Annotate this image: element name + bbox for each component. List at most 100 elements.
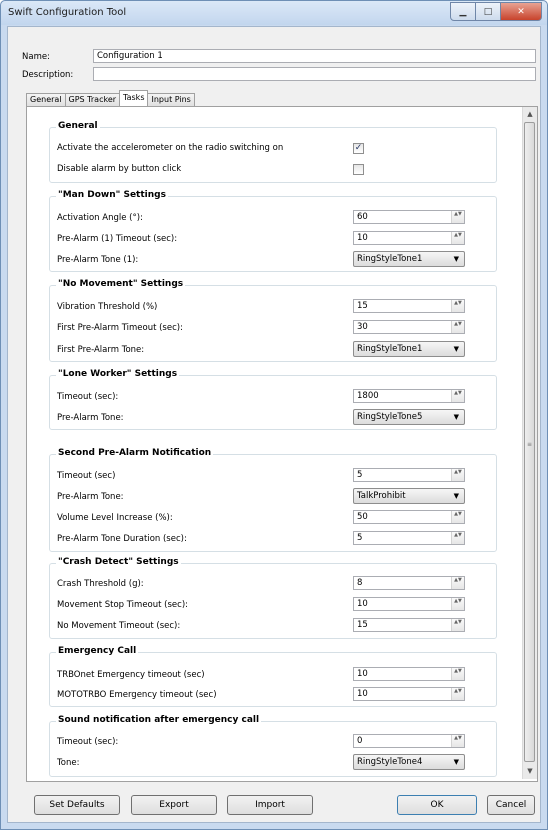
spin-arrows-icon[interactable]: ▲▼: [451, 688, 464, 700]
description-label: Description:: [22, 70, 74, 80]
chevron-down-icon: ▼: [453, 345, 459, 353]
vibration-threshold-input[interactable]: 15 ▲▼: [353, 299, 465, 313]
vertical-scrollbar[interactable]: ▲ ≡ ▼: [522, 107, 537, 779]
spin-arrows-icon[interactable]: ▲▼: [451, 232, 464, 244]
vibration-threshold-label: Vibration Threshold (%): [57, 302, 158, 312]
close-button[interactable]: ✕: [501, 2, 542, 21]
sound-timeout-input[interactable]: 0 ▲▼: [353, 734, 465, 748]
lone-worker-tone-select[interactable]: RingStyleTone5 ▼: [353, 409, 465, 425]
group-title: Emergency Call: [56, 646, 139, 656]
group-title: Second Pre-Alarm Notification: [56, 448, 214, 458]
group-title: "Man Down" Settings: [56, 190, 168, 200]
maximize-button[interactable]: □: [476, 2, 501, 21]
chevron-down-icon: ▼: [453, 492, 459, 500]
spin-arrows-icon[interactable]: ▲▼: [451, 300, 464, 312]
import-button[interactable]: Import: [227, 795, 313, 815]
tone-duration-input[interactable]: 5 ▲▼: [353, 531, 465, 545]
lone-worker-tone-label: Pre-Alarm Tone:: [57, 413, 124, 423]
group-title: General: [56, 121, 100, 131]
group-title: "No Movement" Settings: [56, 279, 186, 289]
activation-angle-label: Activation Angle (°):: [57, 213, 143, 223]
spin-arrows-icon[interactable]: ▲▼: [451, 511, 464, 523]
mototrbo-timeout-label: MOTOTRBO Emergency timeout (sec): [57, 690, 217, 700]
spin-arrows-icon[interactable]: ▲▼: [451, 735, 464, 747]
movement-stop-timeout-label: Movement Stop Timeout (sec):: [57, 600, 189, 610]
tone-duration-label: Pre-Alarm Tone Duration (sec):: [57, 534, 187, 544]
scroll-down-icon[interactable]: ▼: [523, 764, 537, 778]
first-pre-alarm-timeout-label: First Pre-Alarm Timeout (sec):: [57, 323, 183, 333]
first-pre-alarm-timeout-input[interactable]: 30 ▲▼: [353, 320, 465, 334]
volume-increase-label: Volume Level Increase (%):: [57, 513, 173, 523]
volume-increase-value: 50: [357, 512, 368, 522]
mototrbo-timeout-value: 10: [357, 689, 368, 699]
pre-alarm-timeout-input[interactable]: 10 ▲▼: [353, 231, 465, 245]
spin-arrows-icon[interactable]: ▲▼: [451, 598, 464, 610]
group-title: "Crash Detect" Settings: [56, 557, 181, 567]
sound-tone-select[interactable]: RingStyleTone4 ▼: [353, 754, 465, 770]
second-tone-select[interactable]: TalkProhibit ▼: [353, 488, 465, 504]
general-group: General: [49, 121, 497, 183]
spin-arrows-icon[interactable]: ▲▼: [451, 211, 464, 223]
minimize-button[interactable]: ▁: [450, 2, 476, 21]
grip-icon: ≡: [527, 441, 532, 448]
spin-arrows-icon[interactable]: ▲▼: [451, 619, 464, 631]
volume-increase-input[interactable]: 50 ▲▼: [353, 510, 465, 524]
description-field[interactable]: [93, 67, 536, 81]
accelerometer-checkbox[interactable]: ✓: [353, 143, 364, 154]
ok-button[interactable]: OK: [397, 795, 477, 815]
trbonet-timeout-input[interactable]: 10 ▲▼: [353, 667, 465, 681]
title-bar[interactable]: Swift Configuration Tool ▁ □ ✕: [1, 1, 547, 25]
tab-input-pins[interactable]: Input Pins: [147, 93, 195, 106]
spin-arrows-icon[interactable]: ▲▼: [451, 577, 464, 589]
activation-angle-input[interactable]: 60 ▲▼: [353, 210, 465, 224]
accelerometer-label: Activate the accelerometer on the radio …: [57, 143, 284, 153]
spin-arrows-icon[interactable]: ▲▼: [451, 668, 464, 680]
set-defaults-button[interactable]: Set Defaults: [34, 795, 120, 815]
crash-threshold-input[interactable]: 8 ▲▼: [353, 576, 465, 590]
scroll-up-icon[interactable]: ▲: [523, 107, 537, 121]
tab-general[interactable]: General: [26, 93, 66, 106]
name-label: Name:: [22, 52, 50, 62]
mototrbo-timeout-input[interactable]: 10 ▲▼: [353, 687, 465, 701]
spin-arrows-icon[interactable]: ▲▼: [451, 469, 464, 481]
window-title: Swift Configuration Tool: [8, 7, 127, 18]
export-button[interactable]: Export: [131, 795, 217, 815]
vibration-threshold-value: 15: [357, 301, 368, 311]
disable-alarm-label: Disable alarm by button click: [57, 164, 182, 174]
scroll-thumb[interactable]: ≡: [524, 122, 535, 762]
spin-arrows-icon[interactable]: ▲▼: [451, 390, 464, 402]
trbonet-timeout-label: TRBOnet Emergency timeout (sec): [57, 670, 205, 680]
lone-worker-tone-value: RingStyleTone5: [357, 412, 423, 422]
first-pre-alarm-tone-select[interactable]: RingStyleTone1 ▼: [353, 341, 465, 357]
no-movement-timeout-input[interactable]: 15 ▲▼: [353, 618, 465, 632]
first-pre-alarm-tone-label: First Pre-Alarm Tone:: [57, 345, 145, 355]
activation-angle-value: 60: [357, 212, 368, 222]
name-field[interactable]: Configuration 1: [93, 49, 536, 63]
pre-alarm-timeout-label: Pre-Alarm (1) Timeout (sec):: [57, 234, 178, 244]
pre-alarm-tone-value: RingStyleTone1: [357, 254, 423, 264]
second-timeout-input[interactable]: 5 ▲▼: [353, 468, 465, 482]
movement-stop-timeout-input[interactable]: 10 ▲▼: [353, 597, 465, 611]
pre-alarm-timeout-value: 10: [357, 233, 368, 243]
pre-alarm-tone-select[interactable]: RingStyleTone1 ▼: [353, 251, 465, 267]
disable-alarm-checkbox[interactable]: [353, 164, 364, 175]
cancel-button[interactable]: Cancel: [487, 795, 535, 815]
trbonet-timeout-value: 10: [357, 669, 368, 679]
lone-worker-timeout-input[interactable]: 1800 ▲▼: [353, 389, 465, 403]
lone-worker-timeout-label: Timeout (sec):: [57, 392, 119, 402]
no-movement-timeout-value: 15: [357, 620, 368, 630]
movement-stop-timeout-value: 10: [357, 599, 368, 609]
no-movement-timeout-label: No Movement Timeout (sec):: [57, 621, 181, 631]
crash-threshold-label: Crash Threshold (g):: [57, 579, 144, 589]
sound-timeout-label: Timeout (sec):: [57, 737, 119, 747]
tab-gps-tracker[interactable]: GPS Tracker: [64, 93, 121, 106]
first-pre-alarm-tone-value: RingStyleTone1: [357, 344, 423, 354]
tone-duration-value: 5: [357, 533, 363, 543]
group-title: "Lone Worker" Settings: [56, 369, 180, 379]
spin-arrows-icon[interactable]: ▲▼: [451, 532, 464, 544]
chevron-down-icon: ▼: [453, 413, 459, 421]
tab-tasks[interactable]: Tasks: [119, 90, 149, 106]
chevron-down-icon: ▼: [453, 758, 459, 766]
spin-arrows-icon[interactable]: ▲▼: [451, 321, 464, 333]
tasks-panel: General Activate the accelerometer on th…: [26, 106, 538, 782]
